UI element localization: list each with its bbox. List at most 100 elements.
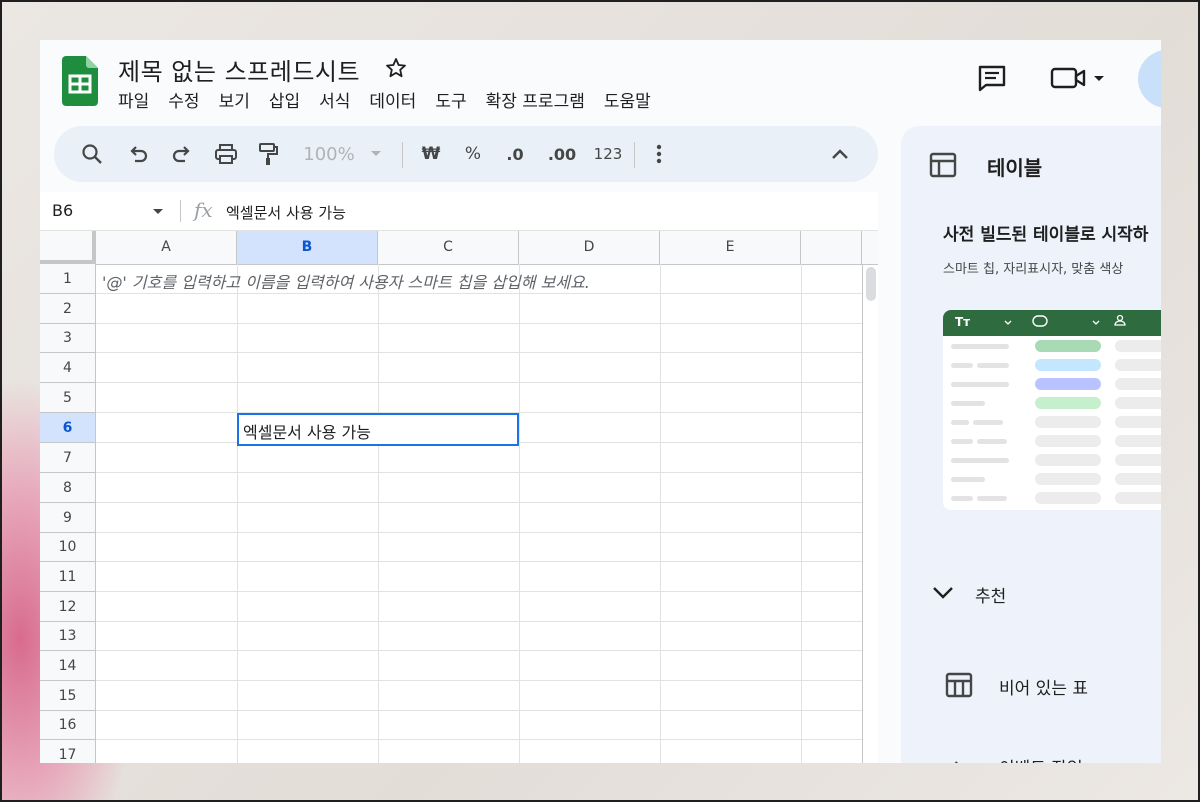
- cell-a1-hint[interactable]: '@' 기호를 입력하고 이름을 입력하여 사용자 스마트 칩을 삽입해 보세요…: [102, 269, 590, 293]
- grid-line: [96, 650, 862, 651]
- formula-bar: B6 fx 엑셀문서 사용 가능: [40, 192, 878, 231]
- row-header-5[interactable]: 5: [40, 383, 96, 413]
- row-header-3[interactable]: 3: [40, 324, 96, 353]
- menu-bar: 파일 수정 보기 삽입 서식 데이터 도구 확장 프로그램 도움말: [116, 90, 668, 114]
- grid-line: [862, 264, 863, 763]
- grid-line: [96, 293, 862, 294]
- search-icon[interactable]: [74, 126, 110, 182]
- formula-input[interactable]: 엑셀문서 사용 가능: [226, 202, 346, 223]
- panel-title: 테이블: [987, 156, 1043, 180]
- grid-line: [96, 621, 862, 622]
- menu-edit[interactable]: 수정: [166, 90, 210, 114]
- column-header-d[interactable]: D: [519, 231, 660, 264]
- column-header-f[interactable]: [801, 231, 862, 264]
- toolbar: 100% ₩ % .0 .00 123: [54, 126, 878, 182]
- increase-decimal-button[interactable]: .00: [542, 126, 582, 182]
- row-header-9[interactable]: 9: [40, 503, 96, 533]
- vertical-scrollbar[interactable]: [866, 267, 876, 301]
- currency-format-button[interactable]: ₩: [416, 126, 446, 182]
- table-icon: [929, 152, 957, 178]
- grid-line: [96, 532, 862, 533]
- row-header-6[interactable]: 6: [40, 413, 96, 443]
- chevron-down-icon[interactable]: [931, 584, 955, 600]
- cell-b6[interactable]: 엑셀문서 사용 가능: [243, 419, 371, 443]
- comment-icon[interactable]: [976, 62, 1008, 94]
- column-header-a[interactable]: A: [96, 231, 237, 264]
- grid-line: [96, 680, 862, 681]
- row-header-15[interactable]: 15: [40, 681, 96, 711]
- grid-line: [96, 591, 862, 592]
- decrease-decimal-button[interactable]: .0: [498, 126, 532, 182]
- column-header-b[interactable]: B: [237, 231, 378, 264]
- undo-icon[interactable]: [120, 126, 156, 182]
- grid-line: [96, 382, 862, 383]
- row-header-7[interactable]: 7: [40, 443, 96, 473]
- grid-line: [378, 264, 379, 763]
- more-options-icon[interactable]: [644, 126, 674, 182]
- sheets-logo-icon[interactable]: [62, 56, 98, 106]
- percent-format-button[interactable]: %: [458, 126, 488, 182]
- grid-line: [96, 472, 862, 473]
- paint-format-icon[interactable]: [250, 126, 286, 182]
- menu-tools[interactable]: 도구: [433, 90, 477, 114]
- empty-table-option[interactable]: 비어 있는 표: [999, 674, 1088, 699]
- select-all-corner[interactable]: [40, 231, 96, 264]
- redo-icon[interactable]: [164, 126, 200, 182]
- tables-side-panel: 테이블 사전 빌드된 테이블로 시작하 스마트 칩, 자리표시자, 맞춤 색상 …: [901, 126, 1161, 763]
- panel-heading: 사전 빌드된 테이블로 시작하: [943, 225, 1149, 245]
- recommended-section-toggle[interactable]: 추천: [975, 582, 1006, 607]
- number-format-button[interactable]: 123: [588, 126, 628, 182]
- menu-help[interactable]: 도움말: [602, 90, 662, 114]
- menu-extensions[interactable]: 확장 프로그램: [484, 90, 596, 114]
- grid-line: [519, 264, 520, 763]
- row-header-13[interactable]: 13: [40, 622, 96, 651]
- menu-insert[interactable]: 삽입: [267, 90, 311, 114]
- empty-table-icon: [945, 672, 973, 698]
- row-header-11[interactable]: 11: [40, 562, 96, 592]
- row-header-10[interactable]: 10: [40, 533, 96, 562]
- row-header-4[interactable]: 4: [40, 353, 96, 383]
- grid-line: [801, 264, 802, 763]
- column-header-c[interactable]: C: [378, 231, 519, 264]
- grid-line: [237, 264, 238, 763]
- menu-format[interactable]: 서식: [317, 90, 361, 114]
- print-icon[interactable]: [208, 126, 244, 182]
- zoom-dropdown-icon[interactable]: [366, 126, 386, 182]
- grid-line: [96, 561, 862, 562]
- row-header-17[interactable]: 17: [40, 740, 96, 763]
- row-header-8[interactable]: 8: [40, 473, 96, 503]
- row-header-16[interactable]: 16: [40, 711, 96, 740]
- row-header-12[interactable]: 12: [40, 592, 96, 622]
- name-box-dropdown-icon[interactable]: [152, 208, 164, 216]
- collapse-toolbar-icon[interactable]: [822, 126, 858, 182]
- fx-icon: fx: [194, 198, 213, 222]
- document-title[interactable]: 제목 없는 스프레드시트: [118, 52, 360, 87]
- row-header-1[interactable]: 1: [40, 264, 96, 294]
- row-header-2[interactable]: 2: [40, 294, 96, 324]
- grid-line: [96, 739, 862, 740]
- row-header-14[interactable]: 14: [40, 651, 96, 681]
- grid-line: [96, 502, 862, 503]
- zoom-select[interactable]: 100%: [298, 126, 360, 182]
- formula-divider: [180, 200, 181, 222]
- video-call-icon[interactable]: [1050, 64, 1110, 92]
- event-task-option[interactable]: 이벤트 작업: [999, 754, 1083, 763]
- menu-data[interactable]: 데이터: [367, 90, 427, 114]
- grid-line: [96, 323, 862, 324]
- table-template-preview[interactable]: Tт: [943, 310, 1161, 510]
- grid-line: [660, 264, 661, 763]
- grid-line: [96, 710, 862, 711]
- toolbar-divider: [634, 142, 635, 168]
- avatar[interactable]: [1138, 50, 1161, 108]
- menu-file[interactable]: 파일: [116, 90, 160, 114]
- sheets-window: 제목 없는 스프레드시트 파일 수정 보기 삽입 서식 데이터 도구 확장 프로…: [40, 40, 1161, 763]
- star-icon[interactable]: [384, 56, 408, 80]
- checklist-icon: [954, 761, 958, 763]
- panel-description: 스마트 칩, 자리표시자, 맞춤 색상: [943, 262, 1124, 277]
- grid-line: [96, 352, 862, 353]
- preview-rows-graphic: [951, 314, 1161, 504]
- name-box[interactable]: B6: [52, 201, 73, 220]
- menu-view[interactable]: 보기: [217, 90, 261, 114]
- spreadsheet-grid[interactable]: A B C D E 1 2 3 4 5 6 7 8 9 10 11 12 13 …: [40, 231, 878, 763]
- column-header-e[interactable]: E: [660, 231, 801, 264]
